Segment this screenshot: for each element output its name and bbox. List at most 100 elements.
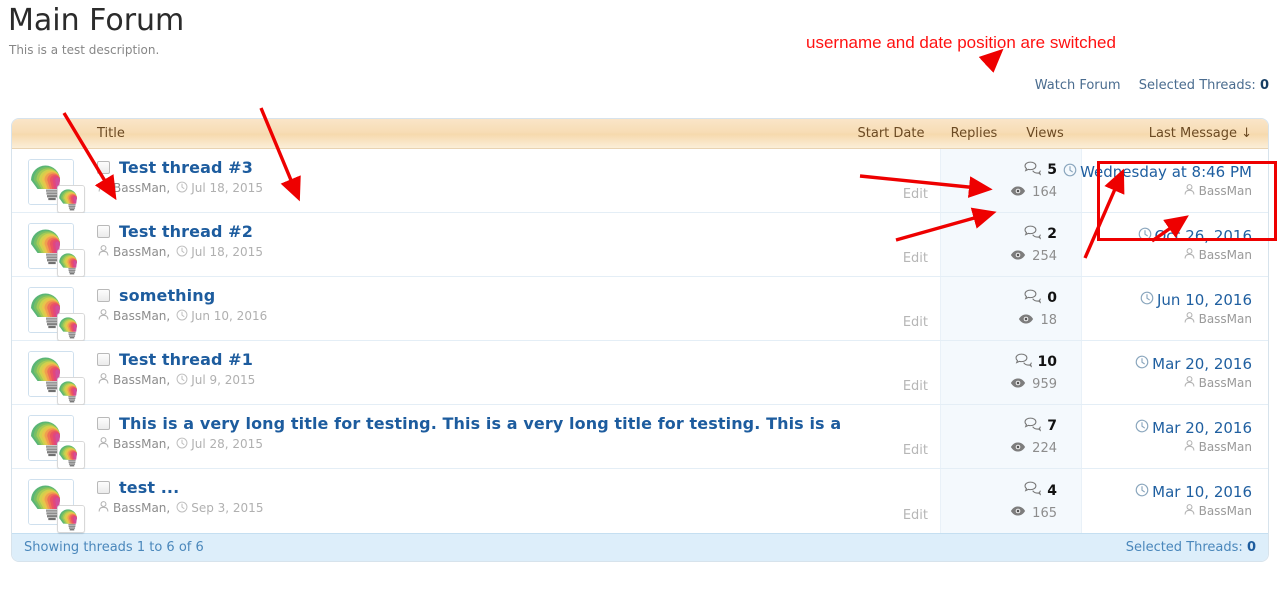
edit-link[interactable]: Edit (903, 443, 928, 458)
thread-last-message-date[interactable]: Oct 26, 2016 (1138, 227, 1252, 246)
column-header-replies[interactable]: Replies (940, 126, 1008, 141)
speech-bubbles-icon (1024, 417, 1042, 436)
clock-icon (176, 245, 188, 260)
thread-select-checkbox[interactable] (97, 161, 110, 174)
thread-title-link[interactable]: Test thread #2 (119, 222, 253, 241)
thread-last-message-user[interactable]: BassMan (1183, 439, 1252, 455)
avatar-mini-image[interactable] (57, 185, 85, 213)
column-header-start-date[interactable]: Start Date (842, 126, 940, 141)
thread-views: 165 (1010, 505, 1057, 521)
thread-author[interactable]: BassMan, (113, 437, 170, 451)
thread-select-checkbox[interactable] (97, 353, 110, 366)
thread-author[interactable]: BassMan, (113, 501, 170, 515)
forum-page: Main Forum This is a test description. W… (0, 0, 1280, 597)
thread-replies: 7 (1024, 417, 1057, 436)
thread-author[interactable]: BassMan, (113, 245, 170, 259)
avatar[interactable] (28, 351, 85, 405)
thread-replies: 0 (1024, 289, 1057, 308)
column-header-title[interactable]: Title (86, 126, 842, 141)
thread-last-message-user[interactable]: BassMan (1183, 375, 1252, 391)
thread-select-checkbox[interactable] (97, 289, 110, 302)
table-row[interactable]: something BassMan, Jun 10, 2016 Edit 0 18 Jun … (12, 277, 1268, 341)
thread-title-link[interactable]: Test thread #3 (119, 158, 253, 177)
avatar[interactable] (28, 223, 85, 277)
column-header-views[interactable]: Views (1008, 126, 1082, 141)
thread-last-message-date[interactable]: Mar 20, 2016 (1135, 419, 1252, 438)
edit-link[interactable]: Edit (903, 315, 928, 330)
avatar[interactable] (28, 287, 85, 341)
edit-link[interactable]: Edit (903, 187, 928, 202)
thread-last-message-cell: Jun 10, 2016 BassMan (1082, 277, 1268, 340)
eye-icon (1010, 185, 1026, 201)
avatar-mini-image[interactable] (57, 505, 85, 533)
clock-icon (1063, 163, 1077, 182)
thread-stats-cell: 7 224 (940, 405, 1082, 468)
thread-avatar-cell (12, 213, 86, 277)
eye-icon (1010, 505, 1026, 521)
forum-heading: Main Forum This is a test description. (8, 2, 184, 58)
thread-select-checkbox[interactable] (97, 225, 110, 238)
table-row[interactable]: Test thread #2 BassMan, Jul 18, 2015 Edit 2 2… (12, 213, 1268, 277)
thread-last-message-date[interactable]: Wednesday at 8:46 PM (1063, 163, 1252, 182)
user-icon (97, 436, 110, 452)
thread-meta: BassMan, Jul 28, 2015 (97, 436, 842, 452)
thread-avatar-cell (12, 277, 86, 341)
clock-icon (1135, 355, 1149, 374)
avatar-mini-image[interactable] (57, 313, 85, 341)
eye-icon (1010, 249, 1026, 265)
thread-last-message-cell: Mar 20, 2016 BassMan (1082, 405, 1268, 468)
avatar-mini-image[interactable] (57, 441, 85, 469)
thread-title-link[interactable]: This is a very long title for testing. T… (119, 414, 842, 433)
clock-icon (176, 181, 188, 196)
user-icon (1183, 311, 1196, 327)
avatar-mini-image[interactable] (57, 249, 85, 277)
thread-last-message-user[interactable]: BassMan (1183, 247, 1252, 263)
thread-author[interactable]: BassMan, (113, 373, 170, 387)
table-row[interactable]: test ... BassMan, Sep 3, 2015 Edit 4 165 Mar 1… (12, 469, 1268, 533)
thread-edit-cell: Edit (842, 277, 940, 340)
avatar-mini-image[interactable] (57, 377, 85, 405)
thread-replies-count: 4 (1047, 482, 1057, 499)
thread-author[interactable]: BassMan, (113, 309, 170, 323)
edit-link[interactable]: Edit (903, 379, 928, 394)
thread-last-message-user[interactable]: BassMan (1183, 311, 1252, 327)
user-icon (97, 180, 110, 196)
thread-avatar-cell (12, 341, 86, 405)
speech-bubbles-icon (1024, 289, 1042, 308)
thread-views: 164 (1010, 185, 1057, 201)
user-icon (1183, 183, 1196, 199)
avatar[interactable] (28, 479, 85, 533)
thread-last-message-user[interactable]: BassMan (1183, 503, 1252, 519)
thread-title-link[interactable]: test ... (119, 478, 179, 497)
thread-title-link[interactable]: Test thread #1 (119, 350, 253, 369)
column-header-last-message[interactable]: Last Message ↓ (1082, 126, 1268, 141)
thread-start-date: Jul 28, 2015 (191, 437, 263, 451)
edit-link[interactable]: Edit (903, 251, 928, 266)
forum-description: This is a test description. (9, 43, 160, 57)
watch-forum-link[interactable]: Watch Forum (1035, 78, 1121, 93)
thread-last-message-user[interactable]: BassMan (1183, 183, 1252, 199)
thread-list-header: Title Start Date Replies Views Last Mess… (12, 119, 1268, 149)
eye-icon (1018, 313, 1034, 329)
thread-meta: BassMan, Sep 3, 2015 (97, 500, 842, 516)
avatar[interactable] (28, 159, 85, 213)
avatar[interactable] (28, 415, 85, 469)
table-row[interactable]: Test thread #3 BassMan, Jul 18, 2015 Edit 5 1… (12, 149, 1268, 213)
table-row[interactable]: Test thread #1 BassMan, Jul 9, 2015 Edit 10 9… (12, 341, 1268, 405)
user-icon (97, 244, 110, 260)
thread-title-link[interactable]: something (119, 286, 215, 305)
thread-author[interactable]: BassMan, (113, 181, 170, 195)
table-row[interactable]: This is a very long title for testing. T… (12, 405, 1268, 469)
edit-link[interactable]: Edit (903, 508, 928, 523)
speech-bubbles-icon (1024, 481, 1042, 500)
thread-last-message-user-text: BassMan (1198, 311, 1252, 326)
thread-select-checkbox[interactable] (97, 417, 110, 430)
thread-last-message-date[interactable]: Mar 10, 2016 (1135, 483, 1252, 502)
selected-threads-top-label: Selected Threads: (1138, 78, 1256, 93)
thread-last-message-date[interactable]: Mar 20, 2016 (1135, 355, 1252, 374)
thread-select-checkbox[interactable] (97, 481, 110, 494)
thread-views-count: 165 (1032, 505, 1057, 521)
user-icon (1183, 503, 1196, 519)
thread-last-message-date[interactable]: Jun 10, 2016 (1140, 291, 1252, 310)
thread-meta: BassMan, Jul 18, 2015 (97, 180, 842, 196)
